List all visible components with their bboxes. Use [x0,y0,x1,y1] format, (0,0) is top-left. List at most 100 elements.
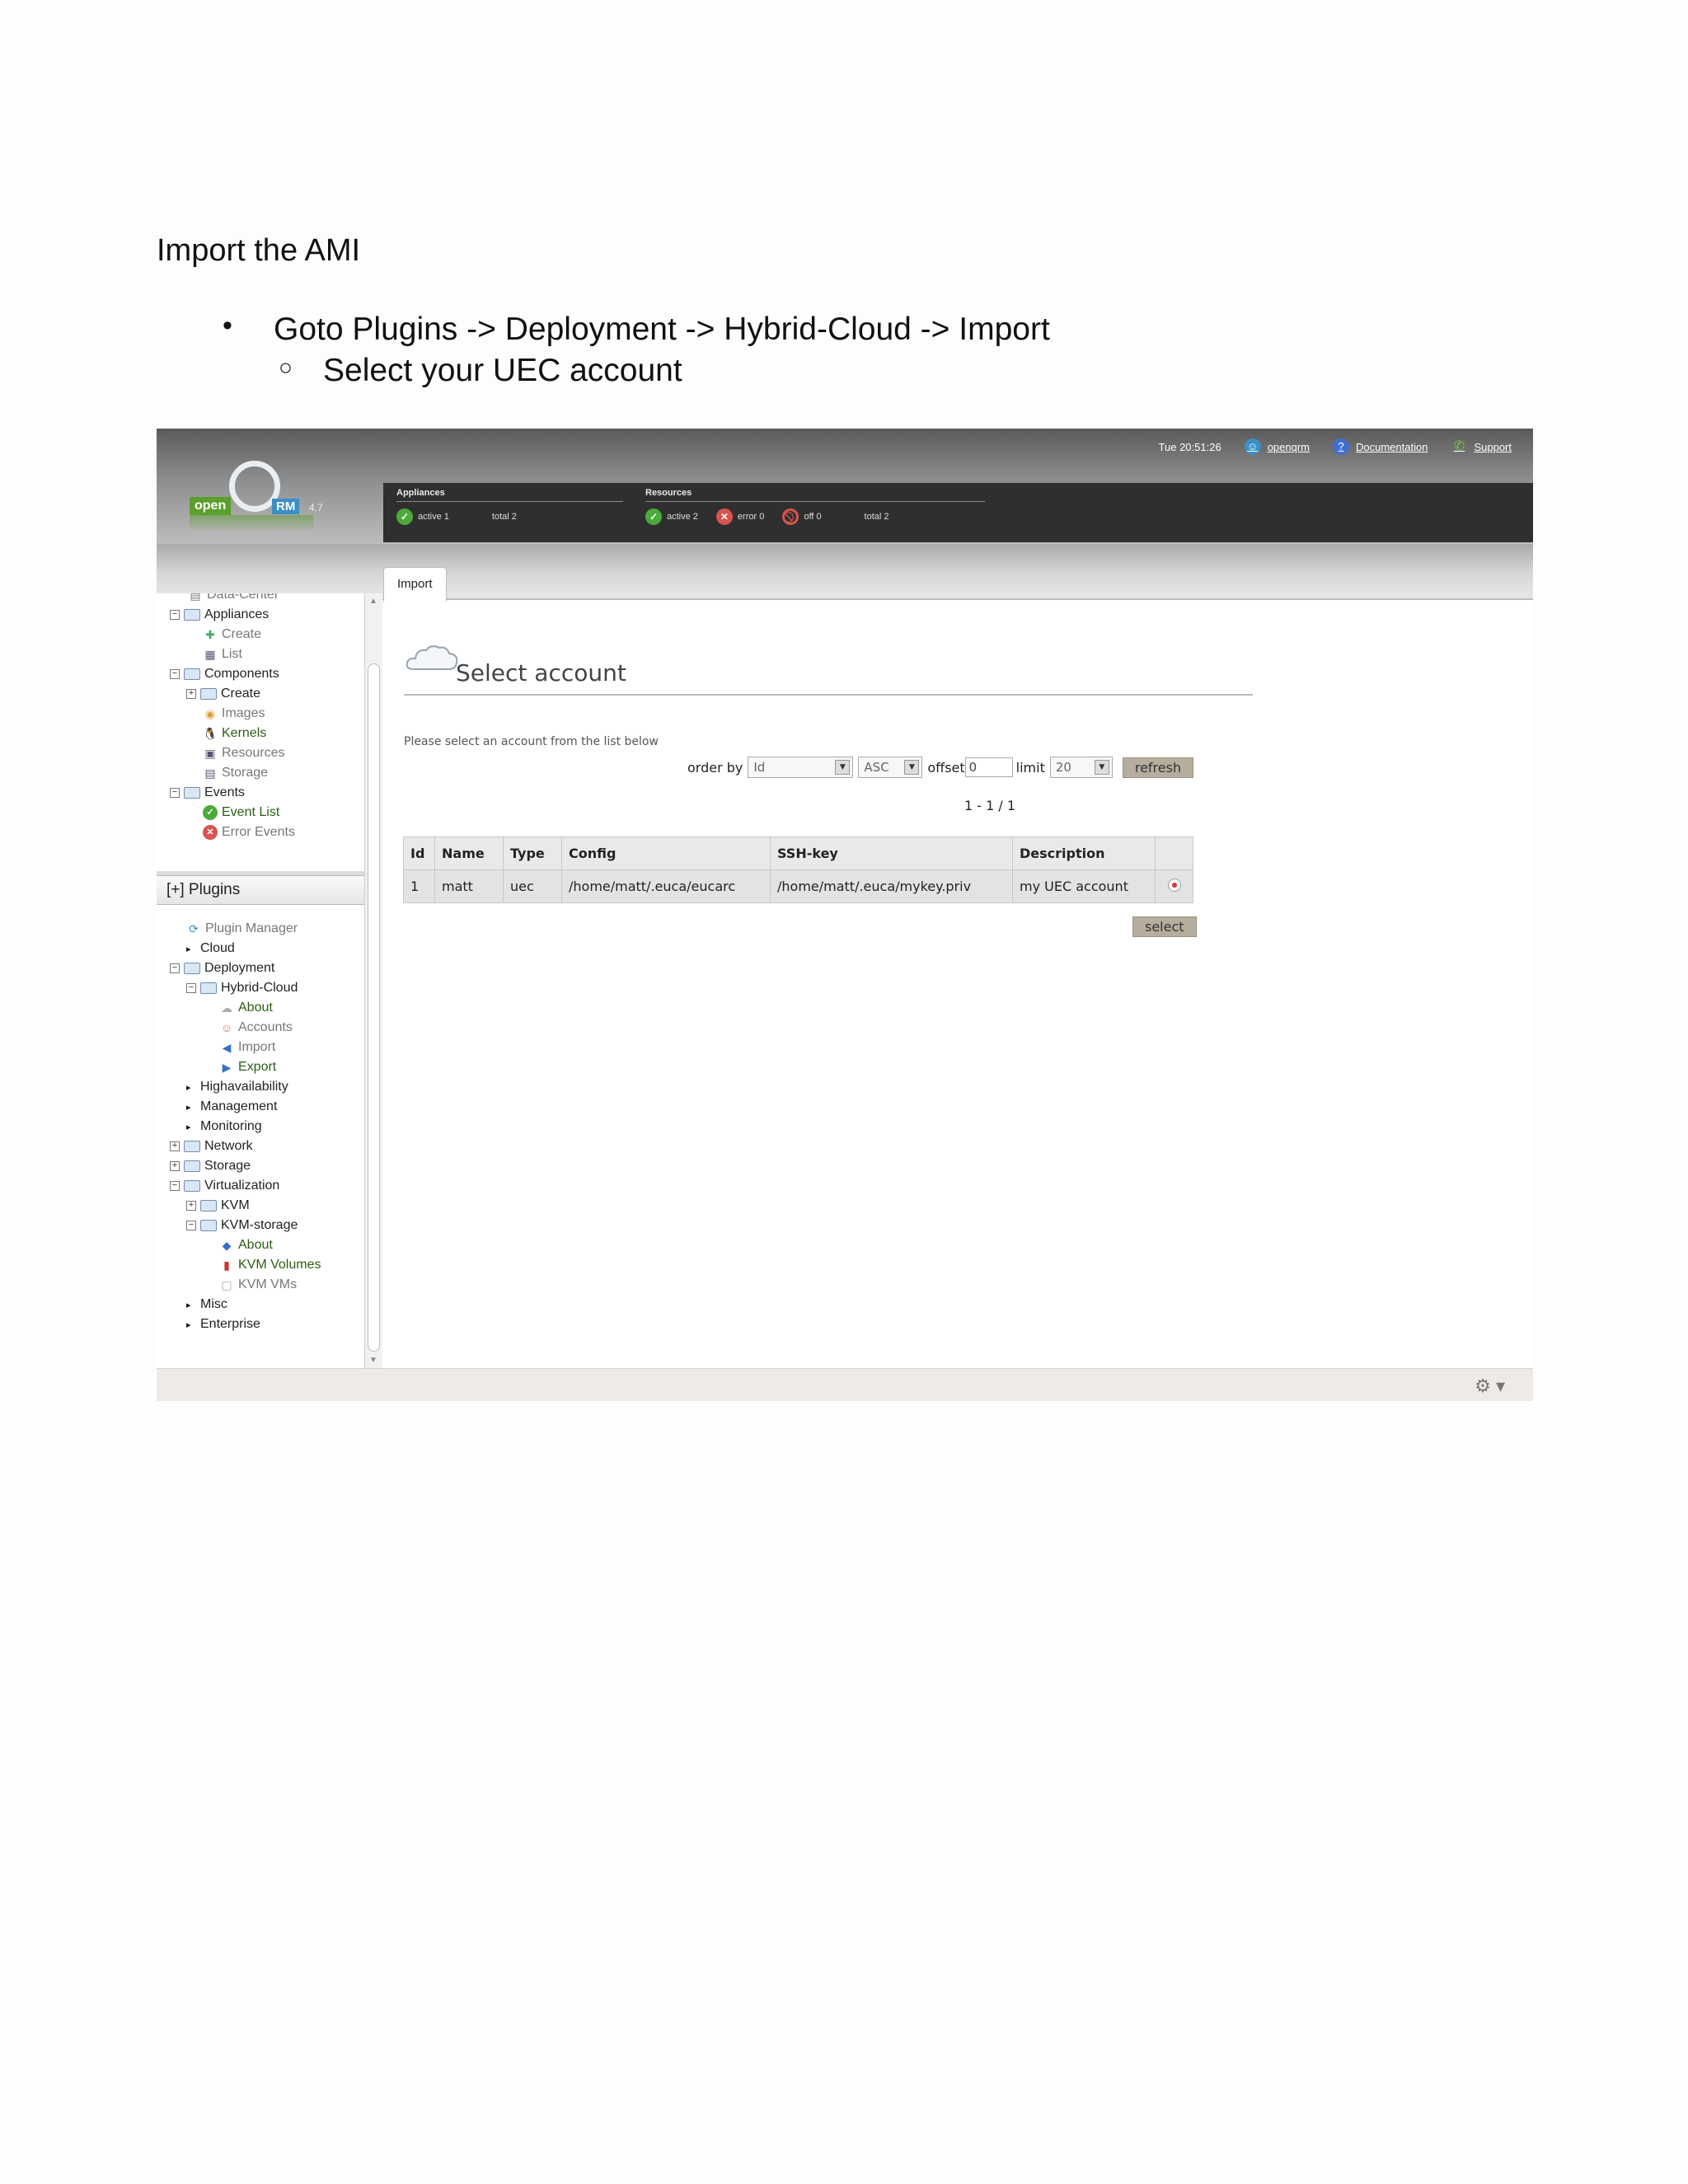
resources-off[interactable]: ⃠ off 0 [782,509,822,525]
triangle-right-icon[interactable]: ▸ [186,1102,196,1113]
sub-bullet-marker: ○ [279,354,293,380]
tree-item-hybrid-accounts[interactable]: ☺ Accounts [219,1018,293,1038]
column-header-ssh-key[interactable]: SSH-key [770,837,1013,870]
user-icon: ☺ [220,1021,233,1034]
accounts-table: Id Name Type Config SSH-key Description … [403,837,1193,903]
tree-item-hybrid-cloud[interactable]: − Hybrid-Cloud [186,978,298,998]
openqrm-logo[interactable]: open RM 4.7 [190,461,330,536]
documentation-link[interactable]: ? Documentation [1333,438,1428,455]
plugin-manager-icon: ⟳ [189,922,199,935]
tree-item-appliances-create[interactable]: ✚ Create [203,625,261,644]
tree-item-resources[interactable]: ▣ Resources [203,743,284,763]
triangle-right-icon[interactable]: ▸ [186,1300,196,1310]
offset-input[interactable]: 0 [964,757,1013,777]
tree-item-cloud[interactable]: ▸ Cloud [186,939,235,958]
appliances-active[interactable]: ✓ active 1 [396,509,449,525]
tree-item-deployment[interactable]: − Deployment [170,958,274,978]
collapse-icon[interactable]: − [170,963,180,973]
tab-import[interactable]: Import [383,567,447,602]
tree-item-highavailability[interactable]: ▸ Highavailability [186,1077,288,1097]
refresh-button[interactable]: refresh [1122,757,1194,778]
column-header-config[interactable]: Config [561,837,771,870]
user-link[interactable]: ☺ openqrm [1244,438,1310,455]
scroll-up-icon[interactable]: ▲ [369,597,377,606]
order-by-label: order by [687,759,743,776]
tree-item-kernels[interactable]: 🐧 Kernels [203,724,266,743]
tree-item-data-center[interactable]: ▤ Data-Center [188,593,279,605]
plugins-header[interactable]: [+] Plugins [157,871,364,905]
tree-item-plugin-manager[interactable]: ⟳ Plugin Manager [186,919,298,939]
support-link[interactable]: ✆ Support [1451,438,1512,455]
expand-icon[interactable]: + [170,1141,180,1151]
instruction-text: Please select an account from the list b… [404,735,659,748]
scroll-down-icon[interactable]: ▼ [369,1356,377,1365]
tree-item-components[interactable]: − Components [170,664,279,684]
column-header-name[interactable]: Name [434,837,504,870]
sidebar-scrollbar[interactable]: ▲ ▼ [364,593,382,1368]
help-icon: ? [1333,438,1349,455]
folder-icon [184,668,200,680]
triangle-right-icon[interactable]: ▸ [186,1082,196,1093]
tree-item-monitoring[interactable]: ▸ Monitoring [186,1117,262,1137]
triangle-right-icon[interactable]: ▸ [186,1319,196,1330]
collapse-icon[interactable]: − [170,788,180,798]
account-radio[interactable] [1167,878,1181,892]
tree-item-images[interactable]: ◉ Images [203,704,265,724]
status-panel: Appliances ✓ active 1 total 2 Resources … [383,483,1533,542]
cell-name: matt [434,869,504,903]
tree-item-enterprise[interactable]: ▸ Enterprise [186,1315,260,1334]
tree-item-storage[interactable]: ▤ Storage [203,763,268,783]
tree-item-misc[interactable]: ▸ Misc [186,1295,227,1315]
tree-item-event-list[interactable]: ✓ Event List [203,803,279,823]
column-header-type[interactable]: Type [503,837,562,870]
cell-select [1155,869,1193,903]
logo-reflection [190,515,313,532]
tree-item-error-events[interactable]: ✕ Error Events [203,823,295,842]
resources-error[interactable]: ✕ error 0 [715,509,764,525]
resources-active[interactable]: ✓ active 2 [645,509,698,525]
cell-description: my UEC account [1012,869,1156,903]
collapse-icon[interactable]: − [170,669,180,679]
tree-item-kvm-volumes[interactable]: ▮ KVM Volumes [219,1255,321,1275]
top-bar: Tue 20:51:26 ☺ openqrm ? Documentation ✆… [157,429,1533,544]
sort-direction-select[interactable]: ASC ▼ [858,757,923,778]
pager-text: 1 - 1 / 1 [964,798,1016,813]
expand-icon[interactable]: + [170,1161,180,1171]
expand-icon[interactable]: + [186,1201,196,1211]
column-header-description[interactable]: Description [1012,837,1156,870]
bottom-bar: ⚙ ▾ [157,1368,1533,1401]
column-header-id[interactable]: Id [403,837,435,870]
tree-item-network[interactable]: + Network [170,1137,253,1156]
expand-icon[interactable]: + [186,689,196,699]
tree-item-plugin-storage[interactable]: + Storage [170,1156,251,1176]
triangle-right-icon[interactable]: ▸ [186,944,196,954]
collapse-icon[interactable]: − [186,983,196,993]
bullet-marker: • [223,310,232,341]
tree-item-appliances-list[interactable]: ▦ List [203,644,242,664]
limit-select[interactable]: 20 ▼ [1049,757,1113,778]
scrollbar-thumb[interactable] [368,663,380,1352]
logo-open-text: open [190,497,232,515]
gear-icon[interactable]: ⚙ ▾ [1475,1376,1505,1397]
tree-item-management[interactable]: ▸ Management [186,1097,277,1117]
select-button[interactable]: select [1132,916,1197,937]
tree-item-hybrid-about[interactable]: ☁ About [219,998,273,1018]
tree-item-virtualization[interactable]: − Virtualization [170,1176,279,1196]
tree-item-hybrid-import[interactable]: ◀ Import [219,1038,276,1057]
table-row[interactable]: 1 matt uec /home/matt/.euca/eucarc /home… [403,869,1193,903]
order-by-select[interactable]: Id ▼ [748,757,854,778]
tree-item-components-create[interactable]: + Create [186,684,260,704]
tree-item-appliances[interactable]: − Appliances [170,605,269,625]
triangle-right-icon[interactable]: ▸ [186,1122,196,1132]
cell-ssh-key: /home/matt/.euca/mykey.priv [770,869,1013,903]
tree-item-events[interactable]: − Events [170,783,245,803]
tree-item-kvm-vms[interactable]: ▢ KVM VMs [219,1275,297,1295]
collapse-icon[interactable]: − [170,1181,180,1191]
tree-item-hybrid-export[interactable]: ▶ Export [219,1057,277,1077]
documentation-link-label: Documentation [1356,440,1428,453]
tree-item-kvm-about[interactable]: ◆ About [219,1235,273,1255]
collapse-icon[interactable]: − [170,610,180,620]
collapse-icon[interactable]: − [186,1221,196,1230]
tree-item-kvm-storage[interactable]: − KVM-storage [186,1216,298,1235]
tree-item-kvm[interactable]: + KVM [186,1196,250,1216]
